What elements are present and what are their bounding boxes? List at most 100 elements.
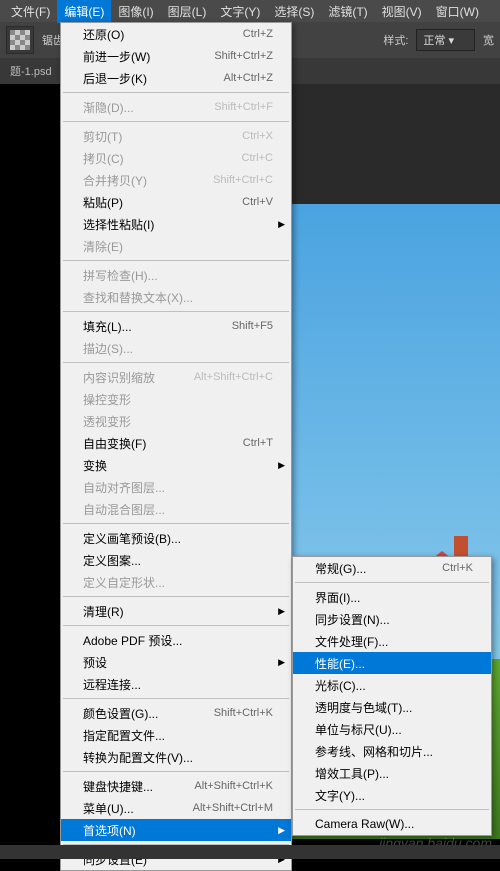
menu-item-label: 粘贴(P) [83, 194, 123, 211]
menu-item[interactable]: 文字(Y)... [293, 784, 491, 806]
menu-item-label: 填充(L)... [83, 318, 132, 335]
menu-item[interactable]: 清理(R)▶ [61, 600, 291, 622]
menu-item-label: Camera Raw(W)... [315, 817, 414, 831]
menubar-item[interactable]: 选择(S) [267, 0, 321, 23]
status-bar [0, 845, 500, 859]
menubar-item[interactable]: 图像(I) [111, 0, 160, 23]
menu-item[interactable]: 同步设置(N)... [293, 608, 491, 630]
menu-item[interactable]: 颜色设置(G)...Shift+Ctrl+K [61, 702, 291, 724]
menu-item[interactable]: 还原(O)Ctrl+Z [61, 23, 291, 45]
menu-item-label: 清理(R) [83, 603, 124, 620]
menu-item[interactable]: 性能(E)... [293, 652, 491, 674]
menu-item[interactable]: 界面(I)... [293, 586, 491, 608]
menu-item: 渐隐(D)...Shift+Ctrl+F [61, 96, 291, 118]
menu-item[interactable]: 后退一步(K)Alt+Ctrl+Z [61, 67, 291, 89]
menu-item-shortcut: Shift+F5 [232, 320, 273, 332]
menu-item-label: 首选项(N) [83, 822, 136, 839]
edit-menu: 还原(O)Ctrl+Z前进一步(W)Shift+Ctrl+Z后退一步(K)Alt… [60, 22, 292, 871]
menu-item[interactable]: 定义画笔预设(B)... [61, 527, 291, 549]
menu-item-label: 增效工具(P)... [315, 765, 389, 782]
menu-item-label: 透明度与色域(T)... [315, 699, 412, 716]
menu-separator [295, 809, 489, 810]
menu-item[interactable]: Camera Raw(W)... [293, 813, 491, 835]
menu-item-label: 文件处理(F)... [315, 633, 388, 650]
menu-separator [63, 771, 289, 772]
menu-item[interactable]: 指定配置文件... [61, 724, 291, 746]
menu-item[interactable]: 增效工具(P)... [293, 762, 491, 784]
menu-item[interactable]: 选择性粘贴(I)▶ [61, 213, 291, 235]
menu-item-label: 单位与标尺(U)... [315, 721, 402, 738]
menu-item-shortcut: Shift+Ctrl+K [214, 707, 273, 719]
menu-item[interactable]: 转换为配置文件(V)... [61, 746, 291, 768]
menu-item: 清除(E) [61, 235, 291, 257]
menu-item-label: 操控变形 [83, 391, 131, 408]
menu-item[interactable]: 填充(L)... Shift+F5 [61, 315, 291, 337]
menu-separator [63, 260, 289, 261]
menubar-item[interactable]: 图层(L) [161, 0, 214, 23]
menu-item-label: 定义图案... [83, 552, 141, 569]
menu-item-label: 拷贝(C) [83, 150, 124, 167]
menu-item[interactable]: 透明度与色域(T)... [293, 696, 491, 718]
menu-separator [295, 582, 489, 583]
menu-item[interactable]: Adobe PDF 预设... [61, 629, 291, 651]
menu-item-label: 参考线、网格和切片... [315, 743, 433, 760]
menu-item[interactable]: 常规(G)...Ctrl+K [293, 557, 491, 579]
menu-item-label: 查找和替换文本(X)... [83, 289, 193, 306]
menu-item[interactable]: 前进一步(W)Shift+Ctrl+Z [61, 45, 291, 67]
menu-item-label: 清除(E) [83, 238, 123, 255]
menu-item: 自动对齐图层... [61, 476, 291, 498]
menu-item: 合并拷贝(Y)Shift+Ctrl+C [61, 169, 291, 191]
menu-item-label: 菜单(U)... [83, 800, 134, 817]
menu-item: 剪切(T)Ctrl+X [61, 125, 291, 147]
menu-item-label: 指定配置文件... [83, 727, 165, 744]
menu-item-label: 远程连接... [83, 676, 141, 693]
tool-icon[interactable] [6, 26, 34, 54]
menu-item[interactable]: 首选项(N)▶ [61, 819, 291, 841]
menu-item[interactable]: 菜单(U)...Alt+Shift+Ctrl+M [61, 797, 291, 819]
submenu-arrow-icon: ▶ [278, 460, 285, 471]
menu-item-label: 透视变形 [83, 413, 131, 430]
style-label: 样式: [383, 32, 408, 48]
menubar-item[interactable]: 文件(F) [4, 0, 57, 23]
menu-separator [63, 121, 289, 122]
menubar-item[interactable]: 文字(Y) [213, 0, 267, 23]
menu-item: 查找和替换文本(X)... [61, 286, 291, 308]
menu-item-label: 合并拷贝(Y) [83, 172, 147, 189]
menu-item[interactable]: 单位与标尺(U)... [293, 718, 491, 740]
menu-item-label: 自动对齐图层... [83, 479, 165, 496]
menu-item-shortcut: Shift+Ctrl+F [214, 101, 273, 113]
menu-item-label: 光标(C)... [315, 677, 366, 694]
chevron-down-icon: ▾ [448, 35, 454, 47]
menu-item[interactable]: 变换 ▶ [61, 454, 291, 476]
menu-item-label: 内容识别缩放 [83, 369, 155, 386]
menu-item-shortcut: Ctrl+C [242, 152, 273, 164]
menubar-item[interactable]: 视图(V) [375, 0, 429, 23]
menu-item: 自动混合图层... [61, 498, 291, 520]
menu-item[interactable]: 光标(C)... [293, 674, 491, 696]
menu-item-shortcut: Alt+Shift+Ctrl+K [194, 780, 273, 792]
menu-item-shortcut: Ctrl+K [442, 562, 473, 574]
menu-item[interactable]: 键盘快捷键...Alt+Shift+Ctrl+K [61, 775, 291, 797]
menu-item[interactable]: 参考线、网格和切片... [293, 740, 491, 762]
document-tab-1[interactable]: 题-1.psd [0, 58, 63, 84]
style-select[interactable]: 正常 ▾ [416, 29, 475, 51]
menu-separator [63, 311, 289, 312]
menu-item[interactable]: 自由变换(F)Ctrl+T [61, 432, 291, 454]
menu-item[interactable]: 粘贴(P) Ctrl+V [61, 191, 291, 213]
menu-item[interactable]: 定义图案... [61, 549, 291, 571]
menu-item[interactable]: 文件处理(F)... [293, 630, 491, 652]
menu-item-label: 预设 [83, 654, 107, 671]
menu-item-label: 描边(S)... [83, 340, 133, 357]
menu-item[interactable]: 远程连接... [61, 673, 291, 695]
menubar-item[interactable]: 编辑(E) [57, 0, 111, 23]
menubar-item[interactable]: 滤镜(T) [321, 0, 374, 23]
menu-item-label: Adobe PDF 预设... [83, 632, 182, 649]
menu-item-shortcut: Shift+Ctrl+Z [214, 50, 273, 62]
menu-item-label: 变换 [83, 457, 107, 474]
menubar-item[interactable]: 窗口(W) [429, 0, 486, 23]
menu-item[interactable]: 预设▶ [61, 651, 291, 673]
menu-item-shortcut: Alt+Shift+Ctrl+C [194, 371, 273, 383]
menu-item: 透视变形 [61, 410, 291, 432]
menu-separator [63, 596, 289, 597]
menu-item-shortcut: Ctrl+V [242, 196, 273, 208]
